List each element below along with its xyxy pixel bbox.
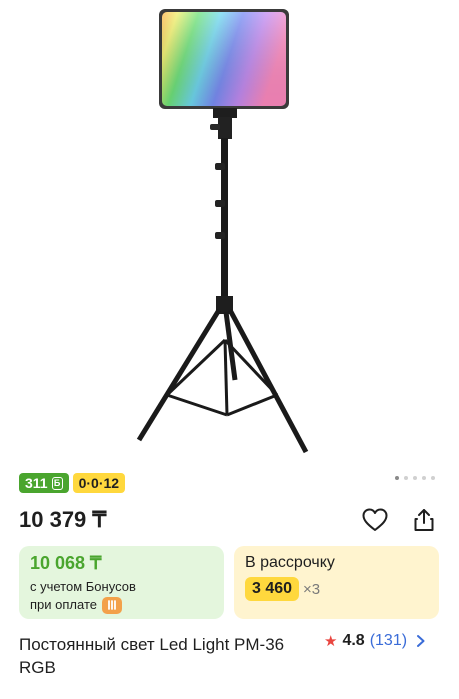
payment-app-icon — [101, 596, 122, 614]
product-image[interactable] — [0, 0, 459, 462]
bonus-b-icon: Б — [51, 476, 63, 490]
installment-card[interactable]: В рассрочку 3 460 ×3 — [234, 546, 439, 619]
gallery-dot[interactable] — [431, 476, 435, 480]
bonus-badge-value: 311 — [25, 475, 48, 491]
star-icon: ★ — [324, 633, 338, 650]
share-icon — [414, 509, 434, 531]
gallery-dot[interactable] — [413, 476, 417, 480]
badge-row: 311 Б 0·0·12 — [19, 473, 126, 493]
share-button[interactable] — [410, 506, 438, 534]
rating-value: 4.8 — [342, 632, 365, 649]
payment-app-glyph — [108, 600, 116, 610]
gallery-dot-active[interactable] — [395, 476, 399, 480]
bonus-price-card[interactable]: 10 068 ₸ с учетом Бонусов при оплате — [19, 546, 224, 619]
review-count[interactable]: (131) — [370, 632, 407, 650]
chevron-right-icon[interactable] — [416, 634, 426, 648]
installment-row: 3 460 ×3 — [245, 577, 428, 601]
bonus-badge: 311 Б — [19, 473, 69, 493]
installment-amount: 3 460 — [245, 577, 300, 601]
gallery-pagination[interactable] — [395, 476, 435, 480]
bonus-note-line1: с учетом Бонусов — [30, 579, 136, 594]
gallery-dot[interactable] — [404, 476, 408, 480]
gallery-dot[interactable] — [422, 476, 426, 480]
heart-icon — [362, 508, 388, 531]
product-title: Постоянный свет Led Light PM-36 RGB — [19, 635, 285, 677]
bonus-pay-row: при оплате — [30, 596, 213, 614]
installment-badge: 0·0·12 — [72, 473, 126, 493]
product-price: 10 379 ₸ — [19, 507, 107, 532]
bonus-note: с учетом Бонусов при оплате — [30, 578, 213, 614]
product-photo — [136, 9, 309, 454]
favorite-button[interactable] — [361, 506, 389, 534]
bonus-note-line2: при оплате — [30, 597, 97, 612]
installment-months: ×3 — [303, 580, 321, 598]
installment-title: В рассрочку — [245, 554, 335, 571]
rating-link[interactable]: ★ 4.8 (131) — [324, 632, 426, 650]
bonus-price: 10 068 ₸ — [30, 553, 102, 573]
